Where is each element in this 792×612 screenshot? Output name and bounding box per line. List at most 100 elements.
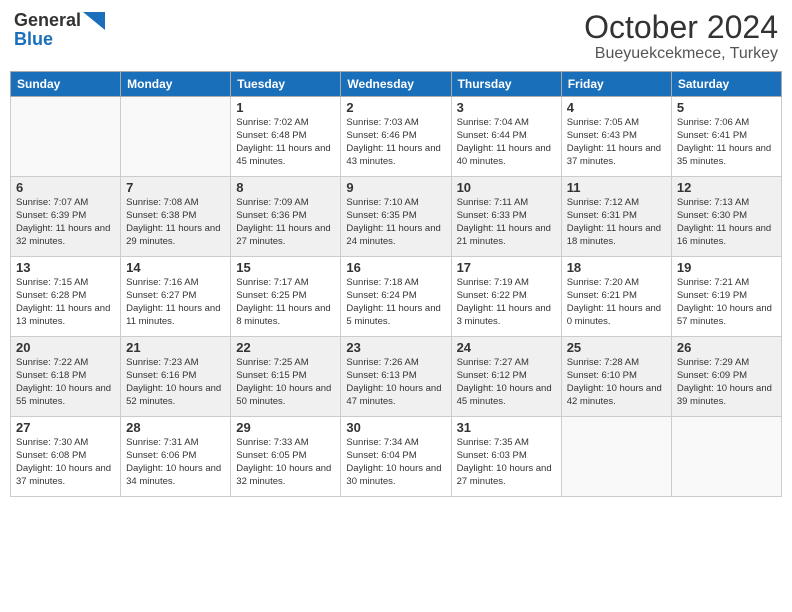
calendar-day-cell: 20 Sunrise: 7:22 AM Sunset: 6:18 PM Dayli… <box>11 337 121 417</box>
day-info: Sunrise: 7:08 AM Sunset: 6:38 PM Dayligh… <box>126 197 225 248</box>
day-info: Sunrise: 7:09 AM Sunset: 6:36 PM Dayligh… <box>236 197 335 248</box>
calendar-day-cell: 22Sunrise: 7:25 AM Sunset: 6:15 PM Dayli… <box>231 337 341 417</box>
calendar-day-cell <box>671 417 781 497</box>
day-info: Sunrise: 7:20 AM Sunset: 6:21 PM Dayligh… <box>567 277 666 328</box>
weekday-header: Sunday <box>11 72 121 97</box>
day-number: 30 <box>346 420 445 435</box>
calendar-day-cell: 25Sunrise: 7:28 AM Sunset: 6:10 PM Dayli… <box>561 337 671 417</box>
day-number: 10 <box>457 180 556 195</box>
calendar-day-cell: 28Sunrise: 7:31 AM Sunset: 6:06 PM Dayli… <box>121 417 231 497</box>
calendar-day-cell: 15Sunrise: 7:17 AM Sunset: 6:25 PM Dayli… <box>231 257 341 337</box>
day-info: Sunrise: 7:12 AM Sunset: 6:31 PM Dayligh… <box>567 197 666 248</box>
calendar-day-cell: 5Sunrise: 7:06 AM Sunset: 6:41 PM Daylig… <box>671 97 781 177</box>
calendar-header-row: SundayMondayTuesdayWednesdayThursdayFrid… <box>11 72 782 97</box>
calendar-day-cell: 24 Sunrise: 7:27 AM Sunset: 6:12 PM Dayli… <box>451 337 561 417</box>
day-info: Sunrise: 7:29 AM Sunset: 6:09 PM Dayligh… <box>677 357 776 408</box>
calendar-day-cell: 4Sunrise: 7:05 AM Sunset: 6:43 PM Daylig… <box>561 97 671 177</box>
day-number: 13 <box>16 260 115 275</box>
calendar-day-cell: 12 Sunrise: 7:13 AM Sunset: 6:30 PM Dayli… <box>671 177 781 257</box>
day-info: Sunrise: 7:11 AM Sunset: 6:33 PM Dayligh… <box>457 197 556 248</box>
calendar-day-cell: 18 Sunrise: 7:20 AM Sunset: 6:21 PM Dayli… <box>561 257 671 337</box>
day-info: Sunrise: 7:26 AM Sunset: 6:13 PM Dayligh… <box>346 357 445 408</box>
weekday-header: Wednesday <box>341 72 451 97</box>
weekday-header: Saturday <box>671 72 781 97</box>
day-number: 31 <box>457 420 556 435</box>
title-area: October 2024 Bueyuekcekmece, Turkey <box>584 10 778 63</box>
calendar-day-cell: 23 Sunrise: 7:26 AM Sunset: 6:13 PM Dayli… <box>341 337 451 417</box>
calendar-week-row: 1 Sunrise: 7:02 AM Sunset: 6:48 PM Daylig… <box>11 97 782 177</box>
day-number: 12 <box>677 180 776 195</box>
day-info: Sunrise: 7:18 AM Sunset: 6:24 PM Dayligh… <box>346 277 445 328</box>
day-number: 1 <box>236 100 335 115</box>
logo-triangle-icon <box>83 12 105 30</box>
calendar-day-cell <box>11 97 121 177</box>
calendar-day-cell: 30 Sunrise: 7:34 AM Sunset: 6:04 PM Dayli… <box>341 417 451 497</box>
day-number: 3 <box>457 100 556 115</box>
weekday-header: Thursday <box>451 72 561 97</box>
day-number: 15 <box>236 260 335 275</box>
day-info: Sunrise: 7:03 AM Sunset: 6:46 PM Dayligh… <box>346 117 445 168</box>
calendar-week-row: 6 Sunrise: 7:07 AM Sunset: 6:39 PM Daylig… <box>11 177 782 257</box>
calendar-day-cell: 2 Sunrise: 7:03 AM Sunset: 6:46 PM Daylig… <box>341 97 451 177</box>
location-title: Bueyuekcekmece, Turkey <box>584 45 778 63</box>
day-number: 19 <box>677 260 776 275</box>
day-number: 28 <box>126 420 225 435</box>
day-number: 16 <box>346 260 445 275</box>
calendar-day-cell: 13Sunrise: 7:15 AM Sunset: 6:28 PM Dayli… <box>11 257 121 337</box>
day-info: Sunrise: 7:21 AM Sunset: 6:19 PM Dayligh… <box>677 277 776 328</box>
calendar-day-cell: 29Sunrise: 7:33 AM Sunset: 6:05 PM Dayli… <box>231 417 341 497</box>
calendar-day-cell: 31 Sunrise: 7:35 AM Sunset: 6:03 PM Dayli… <box>451 417 561 497</box>
calendar-day-cell: 27Sunrise: 7:30 AM Sunset: 6:08 PM Dayli… <box>11 417 121 497</box>
day-info: Sunrise: 7:13 AM Sunset: 6:30 PM Dayligh… <box>677 197 776 248</box>
day-info: Sunrise: 7:02 AM Sunset: 6:48 PM Dayligh… <box>236 117 335 168</box>
day-info: Sunrise: 7:04 AM Sunset: 6:44 PM Dayligh… <box>457 117 556 168</box>
logo-general-text: General <box>14 11 81 29</box>
day-number: 26 <box>677 340 776 355</box>
calendar-week-row: 20 Sunrise: 7:22 AM Sunset: 6:18 PM Dayli… <box>11 337 782 417</box>
day-info: Sunrise: 7:33 AM Sunset: 6:05 PM Dayligh… <box>236 437 335 488</box>
day-info: Sunrise: 7:05 AM Sunset: 6:43 PM Dayligh… <box>567 117 666 168</box>
calendar-day-cell: 26 Sunrise: 7:29 AM Sunset: 6:09 PM Dayli… <box>671 337 781 417</box>
day-number: 6 <box>16 180 115 195</box>
day-number: 23 <box>346 340 445 355</box>
day-info: Sunrise: 7:16 AM Sunset: 6:27 PM Dayligh… <box>126 277 225 328</box>
weekday-header: Friday <box>561 72 671 97</box>
calendar-day-cell: 7 Sunrise: 7:08 AM Sunset: 6:38 PM Daylig… <box>121 177 231 257</box>
calendar-day-cell: 3 Sunrise: 7:04 AM Sunset: 6:44 PM Daylig… <box>451 97 561 177</box>
calendar-day-cell: 19 Sunrise: 7:21 AM Sunset: 6:19 PM Dayli… <box>671 257 781 337</box>
day-number: 7 <box>126 180 225 195</box>
day-number: 8 <box>236 180 335 195</box>
weekday-header: Tuesday <box>231 72 341 97</box>
day-number: 20 <box>16 340 115 355</box>
logo-blue-text: Blue <box>14 29 53 49</box>
calendar-day-cell: 17 Sunrise: 7:19 AM Sunset: 6:22 PM Dayli… <box>451 257 561 337</box>
day-info: Sunrise: 7:27 AM Sunset: 6:12 PM Dayligh… <box>457 357 556 408</box>
day-number: 24 <box>457 340 556 355</box>
calendar-day-cell: 8 Sunrise: 7:09 AM Sunset: 6:36 PM Daylig… <box>231 177 341 257</box>
day-number: 21 <box>126 340 225 355</box>
day-number: 18 <box>567 260 666 275</box>
day-info: Sunrise: 7:10 AM Sunset: 6:35 PM Dayligh… <box>346 197 445 248</box>
day-info: Sunrise: 7:35 AM Sunset: 6:03 PM Dayligh… <box>457 437 556 488</box>
calendar-day-cell: 6 Sunrise: 7:07 AM Sunset: 6:39 PM Daylig… <box>11 177 121 257</box>
day-number: 17 <box>457 260 556 275</box>
calendar-day-cell <box>561 417 671 497</box>
day-info: Sunrise: 7:34 AM Sunset: 6:04 PM Dayligh… <box>346 437 445 488</box>
day-number: 14 <box>126 260 225 275</box>
calendar-week-row: 27Sunrise: 7:30 AM Sunset: 6:08 PM Dayli… <box>11 417 782 497</box>
calendar-day-cell: 14 Sunrise: 7:16 AM Sunset: 6:27 PM Dayli… <box>121 257 231 337</box>
weekday-header: Monday <box>121 72 231 97</box>
calendar-day-cell: 10 Sunrise: 7:11 AM Sunset: 6:33 PM Dayli… <box>451 177 561 257</box>
day-info: Sunrise: 7:07 AM Sunset: 6:39 PM Dayligh… <box>16 197 115 248</box>
day-number: 27 <box>16 420 115 435</box>
day-number: 2 <box>346 100 445 115</box>
calendar-table: SundayMondayTuesdayWednesdayThursdayFrid… <box>10 71 782 497</box>
day-info: Sunrise: 7:23 AM Sunset: 6:16 PM Dayligh… <box>126 357 225 408</box>
calendar-day-cell: 21 Sunrise: 7:23 AM Sunset: 6:16 PM Dayli… <box>121 337 231 417</box>
day-number: 9 <box>346 180 445 195</box>
day-info: Sunrise: 7:22 AM Sunset: 6:18 PM Dayligh… <box>16 357 115 408</box>
day-info: Sunrise: 7:25 AM Sunset: 6:15 PM Dayligh… <box>236 357 335 408</box>
day-info: Sunrise: 7:06 AM Sunset: 6:41 PM Dayligh… <box>677 117 776 168</box>
calendar-day-cell: 1 Sunrise: 7:02 AM Sunset: 6:48 PM Daylig… <box>231 97 341 177</box>
day-info: Sunrise: 7:19 AM Sunset: 6:22 PM Dayligh… <box>457 277 556 328</box>
